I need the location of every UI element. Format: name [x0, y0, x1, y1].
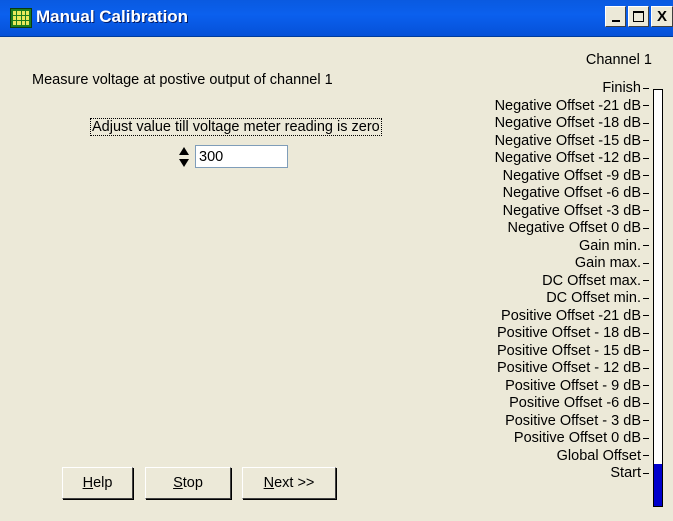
step-label: Gain min.	[578, 237, 641, 254]
step-item: Positive Offset - 9 dB	[419, 378, 649, 396]
help-label: elp	[93, 475, 113, 491]
step-tick	[643, 350, 649, 352]
step-item: Gain max.	[419, 255, 649, 273]
step-label: Start	[610, 465, 641, 481]
step-label: Positive Offset - 9 dB	[505, 377, 641, 394]
step-item: Gain min.	[419, 238, 649, 256]
step-tick	[643, 367, 649, 369]
value-spinner[interactable]	[178, 145, 190, 169]
help-mnemonic: H	[82, 475, 94, 491]
step-item: Positive Offset - 15 dB	[419, 343, 649, 361]
step-tick	[643, 175, 649, 177]
step-item: Finish	[419, 80, 649, 98]
step-label: Positive Offset - 18 dB	[497, 325, 641, 341]
step-label: DC Offset max.	[542, 272, 641, 289]
minimize-icon	[611, 19, 620, 22]
next-label: ext >>	[274, 475, 315, 491]
step-item: Negative Offset -3 dB	[419, 203, 649, 221]
step-label: Global Offset	[556, 447, 641, 464]
step-tick	[643, 332, 649, 334]
step-label: Negative Offset -3 dB	[502, 202, 641, 219]
step-tick	[643, 455, 649, 457]
step-label: Finish	[602, 80, 641, 96]
step-label: Negative Offset 0 dB	[507, 220, 641, 236]
step-tick	[643, 280, 649, 282]
progress-bar	[653, 89, 663, 507]
step-label: Positive Offset -6 dB	[509, 395, 641, 411]
next-mnemonic: N	[263, 475, 275, 491]
step-tick	[643, 472, 649, 474]
step-item: Positive Offset - 12 dB	[419, 360, 649, 378]
step-item: Negative Offset -9 dB	[419, 168, 649, 186]
adjust-label: Adjust value till voltage meter reading …	[90, 118, 382, 136]
step-label: Negative Offset -15 dB	[494, 132, 641, 149]
channel-label: Channel 1	[585, 52, 652, 68]
step-label: Positive Offset - 3 dB	[505, 412, 641, 429]
step-item: Global Offset	[419, 448, 649, 466]
step-item: Positive Offset 0 dB	[419, 430, 649, 448]
step-label: Negative Offset -18 dB	[494, 115, 641, 131]
progress-fill	[654, 464, 662, 506]
step-label: Positive Offset - 12 dB	[497, 360, 641, 376]
step-tick	[643, 402, 649, 404]
step-tick	[643, 315, 649, 317]
step-list: Finish Negative Offset -21 dB Negative Off…	[419, 80, 649, 483]
step-item: Negative Offset -6 dB	[419, 185, 649, 203]
step-item: Negative Offset -12 dB	[419, 150, 649, 168]
step-label: DC Offset min.	[546, 290, 641, 306]
step-tick	[643, 140, 649, 142]
step-label: Positive Offset - 15 dB	[497, 342, 641, 359]
step-item: DC Offset min.	[419, 290, 649, 308]
step-item: Negative Offset -21 dB	[419, 98, 649, 116]
step-item: Positive Offset -21 dB	[419, 308, 649, 326]
stop-label: top	[182, 475, 203, 491]
step-item: Start	[419, 465, 649, 483]
step-label: Negative Offset -21 dB	[494, 97, 641, 114]
step-label: Positive Offset 0 dB	[513, 430, 641, 446]
app-icon	[10, 8, 32, 28]
step-item: Positive Offset - 18 dB	[419, 325, 649, 343]
step-item: Negative Offset -18 dB	[419, 115, 649, 133]
step-tick	[643, 157, 649, 159]
maximize-button[interactable]	[628, 6, 649, 27]
step-tick	[643, 227, 649, 229]
step-tick	[643, 105, 649, 107]
step-tick	[643, 262, 649, 264]
step-item: Negative Offset -15 dB	[419, 133, 649, 151]
stop-button[interactable]: Stop	[145, 467, 231, 499]
window-title: Manual Calibration	[36, 7, 189, 26]
step-item: Negative Offset 0 dB	[419, 220, 649, 238]
step-tick	[643, 192, 649, 194]
instruction-text: Measure voltage at postive output of cha…	[32, 72, 333, 88]
spin-up-arrow-icon[interactable]	[179, 147, 189, 155]
step-label: Gain max.	[574, 255, 641, 271]
step-label: Negative Offset -12 dB	[494, 150, 641, 166]
step-item: Positive Offset - 3 dB	[419, 413, 649, 431]
stop-mnemonic: S	[173, 475, 183, 491]
step-tick	[643, 122, 649, 124]
step-label: Negative Offset -9 dB	[502, 167, 641, 184]
step-item: DC Offset max.	[419, 273, 649, 291]
title-bar[interactable]: Manual Calibration X	[0, 0, 673, 37]
step-tick	[643, 87, 649, 89]
step-tick	[643, 420, 649, 422]
close-icon: X	[656, 8, 667, 25]
step-label: Positive Offset -21 dB	[501, 307, 641, 324]
step-tick	[643, 297, 649, 299]
help-button[interactable]: Help	[62, 467, 133, 499]
maximize-icon	[633, 11, 644, 22]
step-item: Positive Offset -6 dB	[419, 395, 649, 413]
step-tick	[643, 437, 649, 439]
spin-down-arrow-icon[interactable]	[179, 159, 189, 167]
value-input[interactable]	[195, 145, 288, 168]
step-tick	[643, 245, 649, 247]
close-button[interactable]: X	[651, 6, 673, 27]
step-tick	[643, 385, 649, 387]
step-tick	[643, 210, 649, 212]
next-button[interactable]: Next >>	[242, 467, 336, 499]
step-label: Negative Offset -6 dB	[502, 185, 641, 201]
minimize-button[interactable]	[605, 6, 626, 27]
